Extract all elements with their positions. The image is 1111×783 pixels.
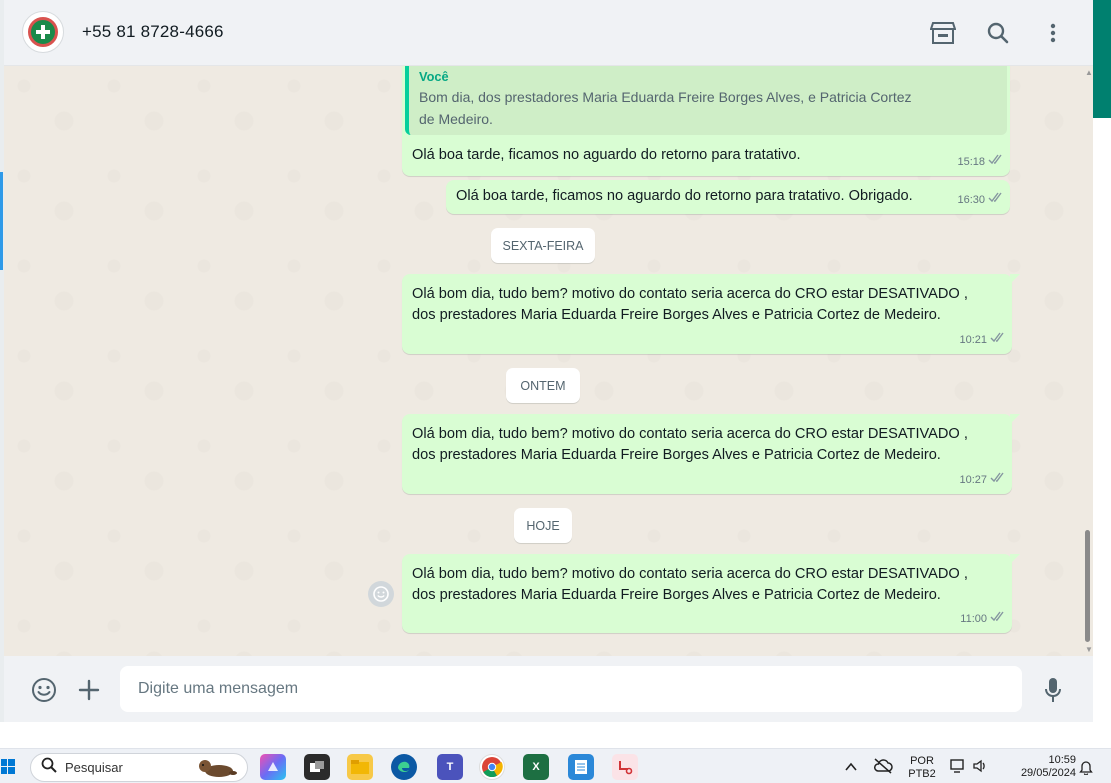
message-input[interactable] <box>120 666 1022 712</box>
windows-taskbar: Pesquisar T X POR PTB2 10:59 29/05/2024 <box>0 748 1111 783</box>
cloud-offline-icon[interactable] <box>873 758 893 779</box>
scroll-down-arrow-icon[interactable]: ▼ <box>1085 645 1093 654</box>
catalog-store-icon[interactable] <box>929 19 957 47</box>
chrome-app-icon[interactable] <box>479 754 505 780</box>
message-text: Olá bom dia, tudo bem? motivo do contato… <box>412 426 968 463</box>
snipping-tool-app-icon[interactable] <box>612 754 638 780</box>
day-separator: HOJE <box>514 508 572 543</box>
message-meta: 10:21 <box>959 330 1006 351</box>
chat-header: +55 81 8728-4666 <box>4 0 1093 66</box>
message-meta: 15:18 <box>957 152 1004 173</box>
keyboard-layout: PTB2 <box>908 768 936 780</box>
input-language[interactable]: POR PTB2 <box>907 755 937 781</box>
message-bubble-1[interactable]: Você Bom dia, dos prestadores Maria Edua… <box>402 66 1010 176</box>
language-code: POR <box>910 755 934 767</box>
edge-app-icon[interactable] <box>391 754 417 780</box>
reaction-emoji-icon[interactable] <box>368 581 394 607</box>
volume-icon[interactable] <box>972 758 988 779</box>
excel-app-icon[interactable]: X <box>523 754 549 780</box>
message-text: Olá boa tarde, ficamos no aguardo do ret… <box>412 147 801 163</box>
chevron-up-icon[interactable] <box>845 759 857 777</box>
file-explorer-app-icon[interactable] <box>347 754 373 780</box>
bubble-tail <box>1010 414 1020 424</box>
double-check-icon <box>990 609 1006 630</box>
message-time: 10:21 <box>959 334 987 346</box>
contact-name[interactable]: +55 81 8728-4666 <box>82 22 224 42</box>
clock[interactable]: 10:59 29/05/2024 <box>1000 754 1076 780</box>
message-time: 10:27 <box>959 474 987 486</box>
message-time: 15:18 <box>957 156 985 168</box>
message-meta: 10:27 <box>959 470 1006 491</box>
scroll-up-arrow-icon[interactable]: ▲ <box>1085 68 1093 77</box>
quoted-message[interactable]: Você Bom dia, dos prestadores Maria Edua… <box>405 66 1007 135</box>
window-accent <box>0 172 3 270</box>
copilot-app-icon[interactable] <box>260 754 286 780</box>
message-list[interactable]: Você Bom dia, dos prestadores Maria Edua… <box>4 66 1093 656</box>
emoji-icon[interactable] <box>29 675 59 705</box>
double-check-icon <box>990 330 1006 351</box>
otter-illustration-icon <box>197 757 237 783</box>
message-bubble-4[interactable]: Olá bom dia, tudo bem? motivo do contato… <box>402 414 1020 494</box>
taskbar-search[interactable]: Pesquisar <box>30 753 248 782</box>
message-meta: 16:30 <box>957 190 1004 211</box>
windows-start-icon[interactable] <box>0 753 16 781</box>
double-check-icon <box>990 470 1006 491</box>
message-bubble-3[interactable]: Olá bom dia, tudo bem? motivo do contato… <box>402 274 1020 354</box>
message-text: Olá boa tarde, ficamos no aguardo do ret… <box>456 188 913 204</box>
network-icon[interactable] <box>950 758 968 779</box>
search-icon[interactable] <box>984 19 1012 47</box>
desktop-gap <box>0 722 1093 748</box>
message-composer <box>4 656 1093 722</box>
whatsapp-chat-window: +55 81 8728-4666 Você Bom dia, dos prest… <box>4 0 1093 722</box>
message-text: Olá bom dia, tudo bem? motivo do contato… <box>412 566 968 603</box>
double-check-icon <box>988 190 1004 211</box>
message-text: Olá bom dia, tudo bem? motivo do contato… <box>412 286 968 323</box>
clock-date: 29/05/2024 <box>1020 767 1076 779</box>
window-edge <box>1093 0 1111 748</box>
message-meta: 11:00 <box>960 609 1006 630</box>
bubble-tail <box>1010 274 1020 284</box>
message-time: 16:30 <box>957 194 985 206</box>
clock-time: 10:59 <box>1048 754 1076 766</box>
menu-kebab-icon[interactable] <box>1039 19 1067 47</box>
quoted-text: Bom dia, dos prestadores Maria Eduarda F… <box>419 89 912 127</box>
day-separator: ONTEM <box>506 368 580 403</box>
message-bubble-5[interactable]: Olá bom dia, tudo bem? motivo do contato… <box>402 554 1020 633</box>
teams-app-icon[interactable]: T <box>437 754 463 780</box>
scrollbar-thumb[interactable] <box>1085 530 1090 642</box>
message-bubble-2[interactable]: Olá boa tarde, ficamos no aguardo do ret… <box>446 180 1010 214</box>
chat-scrollbar[interactable]: ▲ ▼ <box>1083 66 1093 656</box>
double-check-icon <box>988 152 1004 173</box>
bubble-tail <box>1010 554 1020 564</box>
quoted-author: Você <box>419 69 449 84</box>
search-label: Pesquisar <box>65 760 123 775</box>
day-separator: SEXTA-FEIRA <box>491 228 595 263</box>
microphone-icon[interactable] <box>1038 675 1068 705</box>
search-icon <box>41 757 57 778</box>
plus-icon[interactable] <box>74 675 104 705</box>
contact-avatar[interactable] <box>22 11 64 53</box>
message-time: 11:00 <box>960 613 987 625</box>
notification-bell-icon[interactable] <box>1079 759 1093 780</box>
window-edge-accent <box>1093 0 1111 118</box>
task-view-app-icon[interactable] <box>304 754 330 780</box>
notepad-app-icon[interactable] <box>568 754 594 780</box>
